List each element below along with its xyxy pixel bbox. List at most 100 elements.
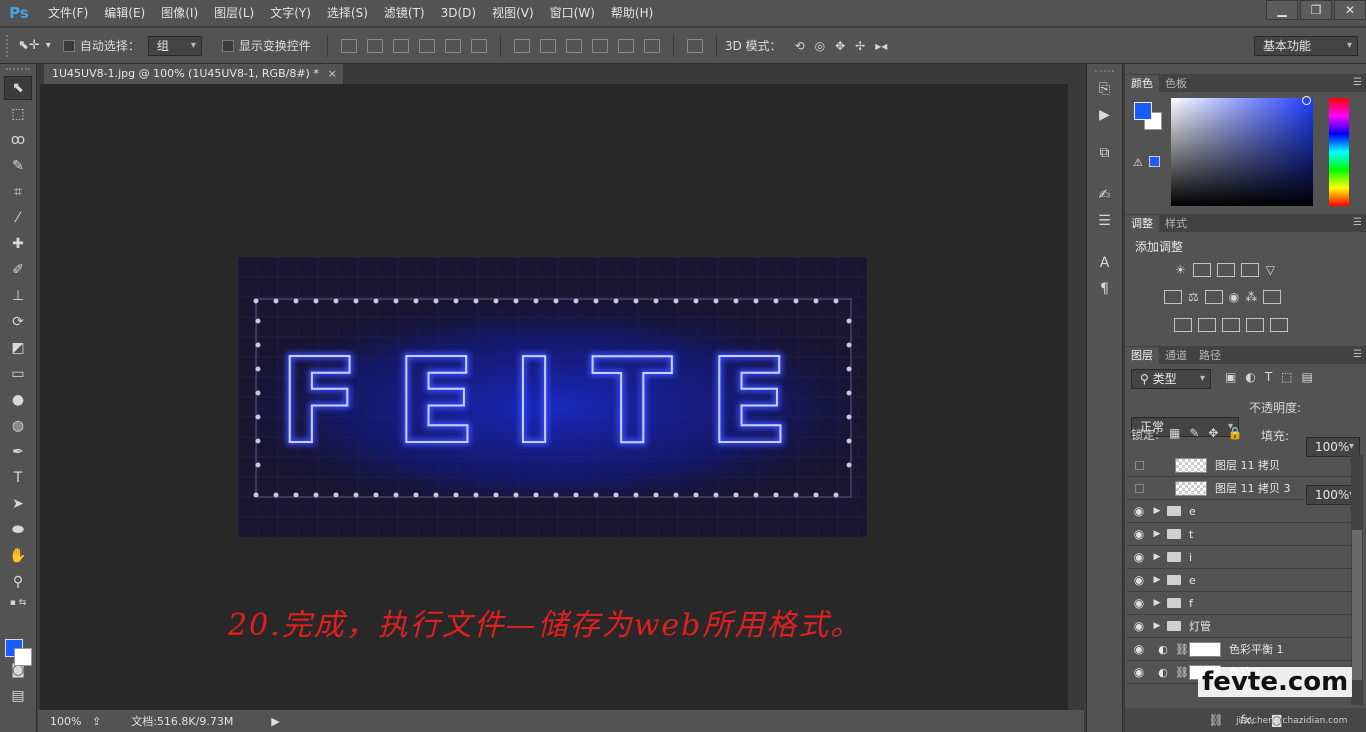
layers-panel-menu-icon[interactable]: ☰ bbox=[1353, 349, 1362, 360]
3d-scale-icon[interactable]: ▸◂ bbox=[875, 39, 887, 53]
distribute-vcenter-icon[interactable] bbox=[539, 38, 556, 53]
chain-link-icon[interactable]: ⛓ bbox=[1175, 643, 1189, 656]
filter-pixel-icon[interactable]: ▣ bbox=[1225, 370, 1236, 384]
quick-select-tool-icon[interactable]: ✎ bbox=[4, 154, 32, 178]
auto-select-checkbox[interactable] bbox=[62, 39, 75, 52]
background-color-swatch[interactable] bbox=[14, 648, 32, 666]
dock-grip[interactable] bbox=[1095, 70, 1114, 74]
marquee-tool-icon[interactable]: ⬚ bbox=[4, 102, 32, 126]
chain-link-icon[interactable]: ⛓ bbox=[1175, 666, 1189, 679]
distribute-right-icon[interactable] bbox=[643, 38, 660, 53]
auto-align-icon[interactable] bbox=[686, 38, 703, 53]
character-panel-icon[interactable]: A bbox=[1094, 252, 1116, 274]
pen-tool-icon[interactable]: ✒ bbox=[4, 440, 32, 464]
menu-item-1[interactable]: 编辑(E) bbox=[96, 0, 153, 27]
3d-panel-icon[interactable]: ⧉ bbox=[1094, 142, 1116, 164]
menu-item-6[interactable]: 滤镜(T) bbox=[376, 0, 433, 27]
3d-slide-icon[interactable]: ✢ bbox=[855, 39, 865, 53]
filter-smart-object-icon[interactable]: ▤ bbox=[1302, 370, 1313, 384]
options-grip[interactable] bbox=[6, 34, 10, 57]
align-vcenter-icon[interactable] bbox=[366, 38, 383, 53]
type-tool-icon[interactable]: T bbox=[4, 466, 32, 490]
tab-adjustments[interactable]: 调整 bbox=[1125, 215, 1159, 232]
hand-tool-icon[interactable]: ✋ bbox=[4, 544, 32, 568]
gradient-tool-icon[interactable]: ▭ bbox=[4, 362, 32, 386]
neon-artwork[interactable]: FEITE FEITE bbox=[238, 257, 867, 537]
lock-all-icon[interactable]: 🔒 bbox=[1227, 426, 1242, 440]
distribute-bottom-icon[interactable] bbox=[565, 38, 582, 53]
screen-mode-icon[interactable]: ▤ bbox=[4, 684, 32, 708]
color-panel-menu-icon[interactable]: ☰ bbox=[1353, 77, 1362, 88]
healing-brush-tool-icon[interactable]: ✚ bbox=[4, 232, 32, 256]
eyedropper-tool-icon[interactable]: ⁄ bbox=[4, 206, 32, 230]
selective-color-icon[interactable] bbox=[1246, 318, 1264, 332]
align-left-icon[interactable] bbox=[418, 38, 435, 53]
menu-item-7[interactable]: 3D(D) bbox=[433, 0, 484, 27]
filter-shape-icon[interactable]: ⬚ bbox=[1281, 370, 1292, 384]
brush-panel-icon[interactable]: ✍ bbox=[1094, 184, 1116, 206]
lock-transparent-icon[interactable]: ▦ bbox=[1169, 426, 1180, 440]
hue-saturation-icon[interactable] bbox=[1164, 290, 1182, 304]
visibility-eye-icon[interactable]: ◉ bbox=[1127, 573, 1151, 587]
menu-item-8[interactable]: 视图(V) bbox=[484, 0, 542, 27]
align-top-icon[interactable] bbox=[340, 38, 357, 53]
tab-channels[interactable]: 通道 bbox=[1159, 347, 1193, 364]
brush-tool-icon[interactable]: ✐ bbox=[4, 258, 32, 282]
ellipse-tool-icon[interactable]: ⬬ bbox=[4, 518, 32, 542]
web-safe-swatch[interactable] bbox=[1149, 156, 1160, 167]
zoom-level[interactable]: 100% bbox=[38, 715, 86, 728]
visibility-eye-icon[interactable]: ◉ bbox=[1127, 504, 1151, 518]
visibility-eye-icon[interactable]: ◉ bbox=[1127, 642, 1151, 656]
lock-position-icon[interactable]: ✥ bbox=[1208, 426, 1218, 440]
expand-group-icon[interactable]: ▶ bbox=[1151, 621, 1163, 631]
actions-panel-icon[interactable]: ▶ bbox=[1094, 104, 1116, 126]
menu-item-3[interactable]: 图层(L) bbox=[206, 0, 262, 27]
history-panel-icon[interactable]: ⎘ bbox=[1094, 78, 1116, 100]
layer-row[interactable]: 图层 11 拷贝 3 bbox=[1127, 477, 1351, 500]
close-button[interactable]: ✕ bbox=[1334, 0, 1366, 20]
move-tool-icon[interactable]: ⬉✛ bbox=[18, 38, 40, 53]
menu-item-0[interactable]: 文件(F) bbox=[40, 0, 96, 27]
layer-row[interactable]: ◉ ▶ i bbox=[1127, 546, 1351, 569]
tools-grip[interactable] bbox=[6, 68, 30, 74]
restore-button[interactable]: ❐ bbox=[1300, 0, 1332, 20]
dodge-tool-icon[interactable]: ◍ bbox=[4, 414, 32, 438]
color-picker-field[interactable] bbox=[1171, 98, 1313, 206]
visibility-toggle[interactable] bbox=[1127, 460, 1151, 470]
eraser-tool-icon[interactable]: ◩ bbox=[4, 336, 32, 360]
tab-color[interactable]: 颜色 bbox=[1125, 75, 1159, 92]
menu-item-2[interactable]: 图像(I) bbox=[153, 0, 206, 27]
clone-stamp-tool-icon[interactable]: ⊥ bbox=[4, 284, 32, 308]
visibility-toggle[interactable] bbox=[1127, 483, 1151, 493]
properties-panel-icon[interactable]: ☰ bbox=[1094, 210, 1116, 232]
visibility-eye-icon[interactable]: ◉ bbox=[1127, 619, 1151, 633]
distribute-left-icon[interactable] bbox=[591, 38, 608, 53]
brightness-icon[interactable]: ☀ bbox=[1175, 263, 1186, 277]
layers-scroll-thumb[interactable] bbox=[1352, 530, 1362, 680]
adjust-panel-menu-icon[interactable]: ☰ bbox=[1353, 217, 1362, 228]
tab-styles[interactable]: 样式 bbox=[1159, 215, 1193, 232]
document-tab[interactable]: 1U45UV8-1.jpg @ 100% (1U45UV8-1, RGB/8#)… bbox=[44, 64, 343, 84]
distribute-top-icon[interactable] bbox=[513, 38, 530, 53]
tab-swatches[interactable]: 色板 bbox=[1159, 75, 1193, 92]
paragraph-panel-icon[interactable]: ¶ bbox=[1094, 278, 1116, 300]
swap-colors-icon[interactable]: ▪ ⇆ bbox=[4, 596, 32, 610]
menu-item-10[interactable]: 帮助(H) bbox=[603, 0, 661, 27]
link-layers-icon[interactable]: ⛓ bbox=[1208, 713, 1223, 727]
history-brush-tool-icon[interactable]: ⟳ bbox=[4, 310, 32, 334]
show-transform-checkbox[interactable] bbox=[221, 39, 234, 52]
3d-roll-icon[interactable]: ◎ bbox=[815, 39, 825, 53]
layer-row[interactable]: ◉ ◐ ⛓ 色彩平衡 1 bbox=[1127, 638, 1351, 661]
visibility-eye-icon[interactable]: ◉ bbox=[1127, 550, 1151, 564]
lock-pixels-icon[interactable]: ✎ bbox=[1189, 426, 1199, 440]
expand-group-icon[interactable]: ▶ bbox=[1151, 575, 1163, 585]
threshold-icon[interactable] bbox=[1222, 318, 1240, 332]
color-panel-foreground-swatch[interactable] bbox=[1134, 102, 1152, 120]
layer-row[interactable]: ◉ ▶ t bbox=[1127, 523, 1351, 546]
hue-slider[interactable] bbox=[1329, 98, 1349, 206]
black-white-icon[interactable] bbox=[1204, 290, 1223, 304]
layer-row[interactable]: ◉ ▶ e bbox=[1127, 569, 1351, 592]
color-lookup-icon[interactable] bbox=[1263, 290, 1282, 304]
gradient-map-icon[interactable] bbox=[1270, 318, 1288, 332]
layer-row[interactable]: ◉ ▶ 灯管 bbox=[1127, 615, 1351, 638]
